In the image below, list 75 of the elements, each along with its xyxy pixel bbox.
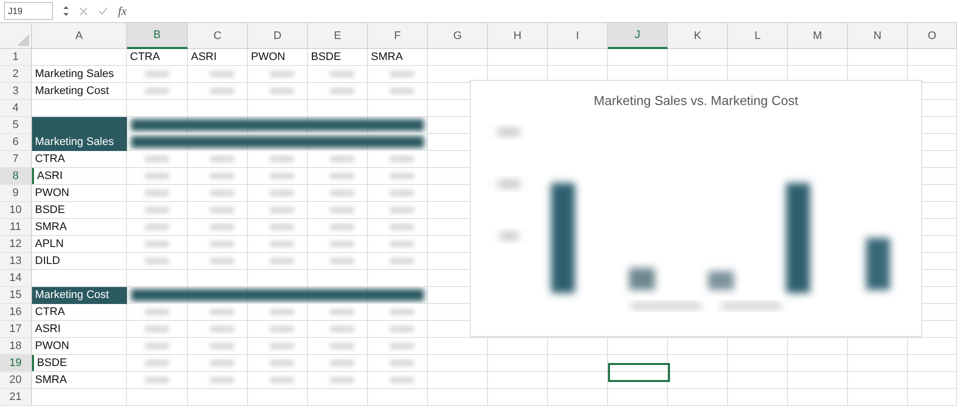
row-header[interactable]: 7	[0, 151, 32, 168]
column-header[interactable]: M	[788, 23, 848, 49]
row-header[interactable]: 10	[0, 202, 32, 219]
table-cell-text: Marketing Cost	[34, 84, 110, 99]
column-header[interactable]: E	[308, 23, 368, 49]
chart-area[interactable]: Marketing Sales vs. Marketing Cost	[470, 80, 922, 337]
table-cell-text: PWON	[34, 186, 70, 201]
row-header[interactable]: 13	[0, 253, 32, 270]
row-header[interactable]: 15	[0, 287, 32, 304]
table-cell-text: Marketing Sales	[34, 67, 115, 82]
column-header[interactable]: L	[728, 23, 788, 49]
column-header[interactable]: B	[127, 23, 188, 49]
table-cell-text: SMRA	[34, 373, 68, 388]
row-header[interactable]: 11	[0, 219, 32, 236]
name-box[interactable]: J19	[4, 2, 53, 20]
row-header[interactable]: 2	[0, 66, 32, 83]
selected-cell[interactable]	[608, 363, 670, 382]
table-cell-text: CTRA	[34, 305, 66, 320]
chart-bar	[866, 238, 890, 290]
blurred-axis-label	[498, 180, 520, 188]
function-label[interactable]: fx	[118, 4, 127, 18]
chart-bar	[629, 268, 655, 290]
row-header[interactable]: 21	[0, 389, 32, 406]
cancel-icon[interactable]	[79, 6, 88, 16]
column-header[interactable]: C	[188, 23, 248, 49]
table-cell: Marketing Sales	[32, 134, 127, 151]
row-header[interactable]: 3	[0, 83, 32, 100]
column-header[interactable]: O	[908, 23, 957, 49]
row-header[interactable]: 12	[0, 236, 32, 253]
blurred-axis-label	[498, 128, 520, 136]
table-cell-text: CTRA	[34, 152, 66, 167]
chart-bar	[708, 271, 734, 290]
table-cell: ASRI	[32, 168, 126, 184]
table-cell-text: BSDE	[34, 203, 66, 218]
column-header[interactable]: F	[368, 23, 428, 49]
row-header[interactable]: 4	[0, 100, 32, 117]
table-cell-text: SMRA	[34, 220, 68, 235]
table-cell-text: PWON	[34, 339, 70, 354]
table-cell: Marketing Cost	[32, 287, 127, 304]
row-header[interactable]: 8	[0, 168, 32, 185]
row-header[interactable]: 17	[0, 321, 32, 338]
column-header[interactable]: D	[248, 23, 308, 49]
select-all-corner[interactable]	[0, 23, 32, 49]
row-header[interactable]: 16	[0, 304, 32, 321]
row-header[interactable]: 20	[0, 372, 32, 389]
column-header[interactable]: I	[548, 23, 608, 49]
column-header[interactable]: N	[848, 23, 908, 49]
column-header[interactable]: H	[488, 23, 548, 49]
spinner-icon[interactable]	[63, 5, 69, 17]
corner-triangle-icon	[17, 34, 29, 46]
blurred-legend	[721, 303, 781, 309]
column-header[interactable]: G	[428, 23, 488, 49]
table-cell-text: CTRA	[129, 50, 161, 65]
row-header[interactable]: 18	[0, 338, 32, 355]
row-header[interactable]: 14	[0, 270, 32, 287]
table-cell-text: DILD	[34, 254, 62, 269]
column-header[interactable]: A	[32, 23, 127, 49]
table-cell-text: PWON	[250, 50, 286, 65]
row-header[interactable]: 19	[0, 355, 32, 372]
table-cell-text: BSDE	[310, 50, 342, 65]
table-cell-text: ASRI	[34, 322, 62, 337]
blurred-legend	[631, 303, 701, 309]
column-header[interactable]: K	[668, 23, 728, 49]
table-cell-text: APLN	[34, 237, 65, 252]
checkmark-icon[interactable]	[98, 7, 108, 15]
column-header[interactable]: J	[608, 23, 668, 49]
table-cell-text: ASRI	[190, 50, 218, 65]
row-header[interactable]: 6	[0, 134, 32, 151]
table-cell: BSDE	[32, 355, 126, 371]
table-cell-text: SMRA	[370, 50, 404, 65]
row-header[interactable]: 9	[0, 185, 32, 202]
chart-title: Marketing Sales vs. Marketing Cost	[594, 93, 798, 108]
blurred-axis-label	[500, 232, 518, 240]
row-header[interactable]: 1	[0, 49, 32, 66]
row-header[interactable]: 5	[0, 117, 32, 134]
